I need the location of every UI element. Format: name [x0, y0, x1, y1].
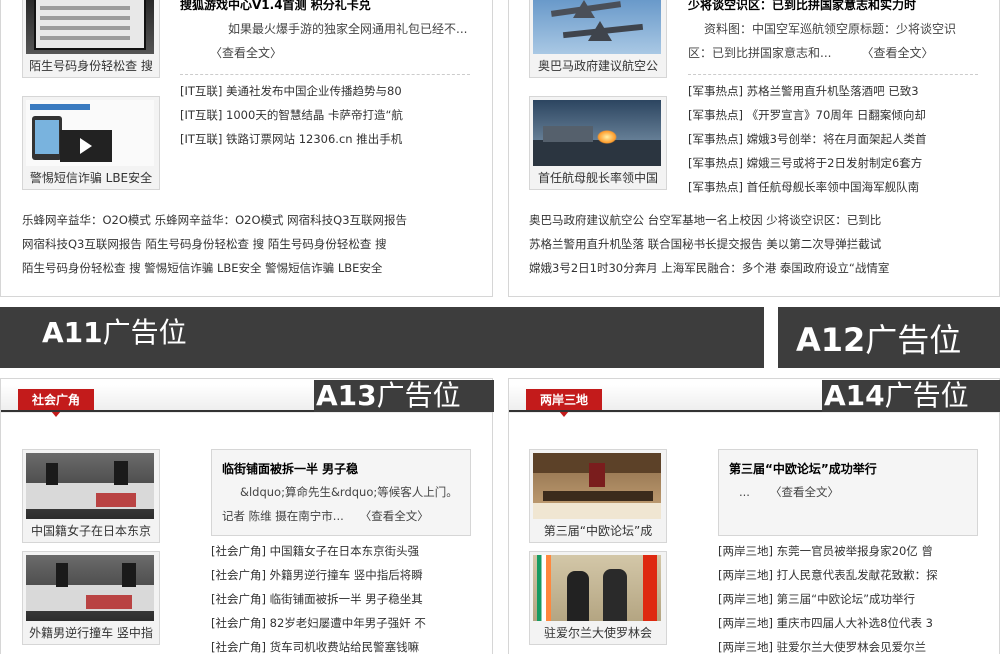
tablet-image	[26, 100, 154, 166]
ad-label: A14广告位	[824, 379, 969, 412]
link-row[interactable]: 苏格兰警用直升机坠落 联合国秘书长提交报告 美以第二次导弹拦截试	[529, 232, 989, 256]
list-item[interactable]: [军事热点] 嫦娥三号或将于2日发射制定6套方	[688, 151, 978, 175]
military-thumb-2[interactable]: 首任航母舰长率领中国	[529, 96, 667, 190]
thumb-caption: 驻爱尔兰大使罗林会	[543, 626, 652, 640]
cross-strait-feature-box: 第三届“中欧论坛”成功举行 ... 〈查看全文〉	[718, 449, 978, 536]
ad-label: A13广告位	[316, 379, 461, 412]
list-item[interactable]: [社会广角] 82岁老妇屡遭中年男子强奸 不	[211, 611, 481, 635]
street-image	[26, 555, 154, 621]
list-item[interactable]: [社会广角] 货车司机收费站给民警塞钱嘛	[211, 635, 481, 654]
it-thumb-2[interactable]: 警惕短信诈骗 LBE安全	[22, 96, 160, 190]
it-thumb-1[interactable]: 陌生号码身份轻松查 搜	[22, 0, 160, 78]
ad-slot-a14[interactable]: A14广告位	[822, 380, 1000, 412]
thumb-caption: 中国籍女子在日本东京	[30, 524, 151, 538]
list-item[interactable]: [IT互联] 铁路订票网站 12306.cn 推出手机	[180, 127, 470, 151]
it-feature-desc: 如果最火爆手游的独家全网通用礼包已经不... 〈查看全文〉	[180, 17, 470, 65]
divider	[180, 74, 470, 75]
thumb-caption: 警惕短信诈骗 LBE安全	[29, 171, 153, 185]
list-item[interactable]: [IT互联] 1000天的智慧结晶 卡萨帝打造“航	[180, 103, 470, 127]
list-item[interactable]: [两岸三地] 驻爱尔兰大使罗林会见爱尔兰	[718, 635, 988, 654]
society-feature-title[interactable]: 临街铺面被拆一半 男子稳	[222, 460, 358, 477]
street-image	[26, 453, 154, 519]
list-item[interactable]: [IT互联] 美通社发布中国企业传播趋势与80	[180, 79, 470, 103]
link-row[interactable]: 陌生号码身份轻松查 搜 警惕短信诈骗 LBE安全 警惕短信诈骗 LBE安全	[22, 256, 482, 280]
cross-strait-thumb-2[interactable]: 驻爱尔兰大使罗林会	[529, 551, 667, 645]
list-item[interactable]: [军事热点] 《开罗宣言》70周年 日翻案倾向却	[688, 103, 978, 127]
ad-slot-a13[interactable]: A13广告位	[314, 380, 494, 412]
section-tab-cross-strait[interactable]: 两岸三地	[526, 389, 603, 417]
cross-strait-news-list: [两岸三地] 东莞一官员被举报身家20亿 曾 [两岸三地] 打人民意代表乱发献花…	[718, 539, 988, 654]
list-item[interactable]: [军事热点] 首任航母舰长率领中国海军舰队南	[688, 175, 978, 199]
ad-label: A12广告位	[796, 321, 962, 359]
read-more-link[interactable]: 〈查看全文〉	[861, 46, 933, 60]
list-item[interactable]: [两岸三地] 重庆市四届人大补选8位代表 3	[718, 611, 988, 635]
carrier-image	[533, 100, 661, 166]
ad-slot-a12[interactable]: A12广告位	[778, 307, 1000, 368]
section-tab-society[interactable]: 社会广角	[18, 389, 95, 417]
list-item[interactable]: [军事热点] 苏格兰警用直升机坠落酒吧 已致3	[688, 79, 978, 103]
it-feature-title[interactable]: 搜狐游戏中心V1.4首测 积分礼卡兑	[180, 0, 371, 13]
cross-strait-feature-desc: ... 〈查看全文〉	[729, 480, 969, 504]
society-feature-desc: &ldquo;算命先生&rdquo;等候客人上门。记者 陈维 摄在南宁市... 〈…	[222, 480, 462, 528]
diplomats-image	[533, 555, 661, 621]
it-link-rows: 乐蜂网辛益华：O2O模式 乐蜂网辛益华：O2O模式 网宿科技Q3互联网报告 网宿…	[22, 208, 482, 280]
list-item[interactable]: [军事热点] 嫦娥3号创举：将在月面架起人类首	[688, 127, 978, 151]
link-row[interactable]: 奥巴马政府建议航空公 台空军基地一名上校因 少将谈空识区：已到比	[529, 208, 989, 232]
cross-strait-feature-title[interactable]: 第三届“中欧论坛”成功举行	[729, 460, 877, 477]
fighter-jets-image	[533, 0, 661, 54]
society-news-list: [社会广角] 中国籍女子在日本东京街头强 [社会广角] 外籍男逆行撞车 竖中指后…	[211, 539, 481, 654]
feature-desc-text: 如果最火爆手游的独家全网通用礼包已经不...	[228, 22, 468, 36]
it-news-list: [IT互联] 美通社发布中国企业传播趋势与80 [IT互联] 1000天的智慧结…	[180, 79, 470, 151]
read-more-link[interactable]: 〈查看全文〉	[770, 485, 839, 499]
military-feature-desc: 资料图：中国空军巡航领空原标题：少将谈空识区：已到比拼国家意志和... 〈查看全文…	[688, 17, 973, 65]
list-item[interactable]: [两岸三地] 第三届“中欧论坛”成功举行	[718, 587, 988, 611]
link-row[interactable]: 乐蜂网辛益华：O2O模式 乐蜂网辛益华：O2O模式 网宿科技Q3互联网报告	[22, 208, 482, 232]
feature-desc-text: ...	[739, 485, 750, 499]
list-item[interactable]: [社会广角] 中国籍女子在日本东京街头强	[211, 539, 481, 563]
list-item[interactable]: [社会广角] 临街铺面被拆一半 男子稳坐其	[211, 587, 481, 611]
ad-slot-a11[interactable]: A11广告位	[0, 307, 764, 368]
list-item[interactable]: [两岸三地] 打人民意代表乱发献花致歉：探	[718, 563, 988, 587]
society-thumb-2[interactable]: 外籍男逆行撞车 竖中指	[22, 551, 160, 645]
divider	[688, 74, 978, 75]
forum-hall-image	[533, 453, 661, 519]
thumb-caption: 首任航母舰长率领中国	[537, 171, 658, 185]
phone-app-image	[26, 0, 154, 54]
link-row[interactable]: 嫦娥3号2日1时30分奔月 上海军民融合：多个港 泰国政府设立“战情室	[529, 256, 989, 280]
military-feature-title[interactable]: 少将谈空识区：已到比拼国家意志和实力时	[688, 0, 916, 13]
link-row[interactable]: 网宿科技Q3互联网报告 陌生号码身份轻松查 搜 陌生号码身份轻松查 搜	[22, 232, 482, 256]
society-feature-box: 临街铺面被拆一半 男子稳 &ldquo;算命先生&rdquo;等候客人上门。记者…	[211, 449, 471, 536]
thumb-caption: 外籍男逆行撞车 竖中指	[29, 626, 153, 640]
ad-label: A11广告位	[42, 316, 187, 349]
list-item[interactable]: [两岸三地] 东莞一官员被举报身家20亿 曾	[718, 539, 988, 563]
read-more-link[interactable]: 〈查看全文〉	[360, 509, 429, 523]
cross-strait-thumb-1[interactable]: 第三届“中欧论坛”成	[529, 449, 667, 543]
list-item[interactable]: [社会广角] 外籍男逆行撞车 竖中指后将瞬	[211, 563, 481, 587]
military-link-rows: 奥巴马政府建议航空公 台空军基地一名上校因 少将谈空识区：已到比 苏格兰警用直升…	[529, 208, 989, 280]
thumb-caption: 陌生号码身份轻松查 搜	[29, 59, 153, 73]
read-more-link[interactable]: 〈查看全文〉	[210, 46, 282, 60]
thumb-caption: 第三届“中欧论坛”成	[543, 524, 653, 538]
society-thumb-1[interactable]: 中国籍女子在日本东京	[22, 449, 160, 543]
military-thumb-1[interactable]: 奥巴马政府建议航空公	[529, 0, 667, 78]
thumb-caption: 奥巴马政府建议航空公	[537, 59, 658, 73]
military-news-list: [军事热点] 苏格兰警用直升机坠落酒吧 已致3 [军事热点] 《开罗宣言》70周…	[688, 79, 978, 199]
